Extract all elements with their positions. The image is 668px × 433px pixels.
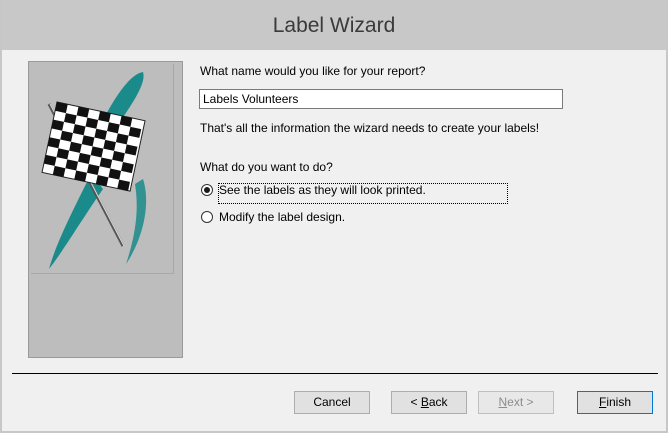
option-modify-design[interactable]: Modify the label design. (201, 210, 345, 224)
focus-rectangle (218, 183, 508, 204)
next-mnemonic: N (498, 395, 508, 409)
back-mnemonic: B (420, 395, 429, 409)
label-wizard-window: Label Wizard What name would you like fo… (0, 0, 668, 433)
radio-modify-design[interactable] (201, 211, 213, 223)
wizard-body: What name would you like for your report… (2, 50, 666, 431)
next-rest: ext > (507, 395, 534, 409)
report-name-prompt: What name would you like for your report… (200, 64, 426, 78)
back-rest: ack (428, 395, 448, 409)
report-name-input[interactable] (199, 89, 563, 109)
cancel-label: Cancel (313, 395, 351, 409)
radio-preview-labels[interactable] (201, 184, 213, 196)
side-image-panel (28, 61, 183, 358)
next-button[interactable]: Next > (478, 391, 554, 414)
back-button[interactable]: < Back (391, 391, 467, 414)
window-title: Label Wizard (272, 14, 396, 37)
finish-button[interactable]: Finish (577, 391, 653, 414)
info-text: That's all the information the wizard ne… (200, 121, 540, 135)
cancel-button[interactable]: Cancel (294, 391, 370, 414)
button-separator (12, 373, 658, 374)
back-prefix: < (410, 395, 421, 409)
checkered-flag-icon (41, 72, 147, 269)
action-prompt: What do you want to do? (200, 160, 333, 174)
finish-rest: inish (606, 395, 632, 409)
option-modify-design-text: Modify the label design. (219, 210, 346, 224)
side-image-frame (31, 64, 174, 274)
title-bar: Label Wizard (2, 0, 666, 50)
